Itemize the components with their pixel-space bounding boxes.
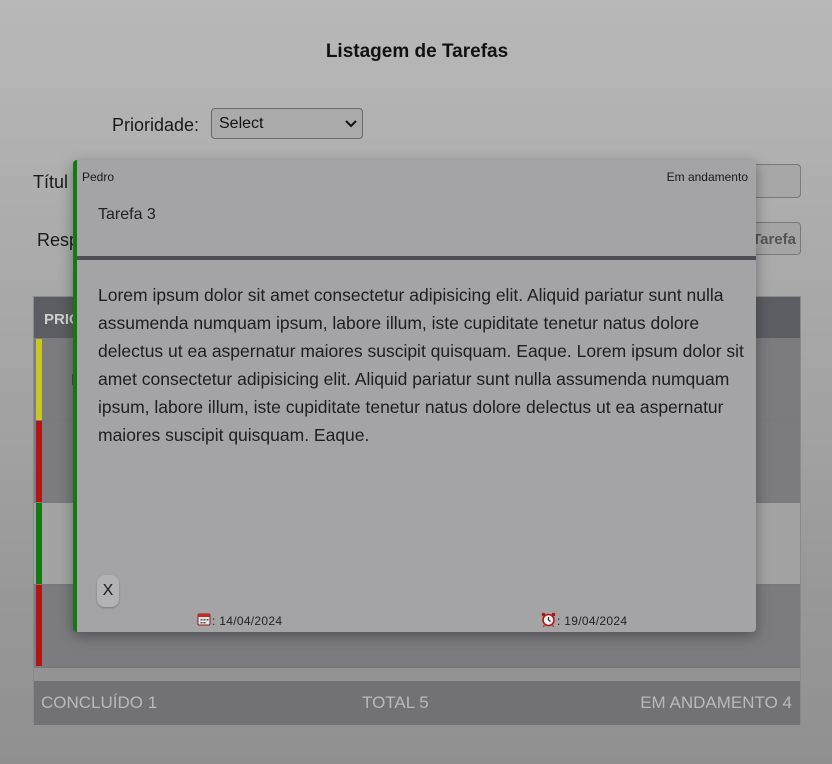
close-button[interactable]: X (97, 575, 119, 607)
task-owner: Pedro (82, 170, 115, 184)
created-date-value: : 14/04/2024 (212, 613, 283, 628)
total-count: TOTAL 5 (362, 693, 429, 712)
priority-label: Prioridade: (112, 115, 200, 135)
task-title: Tarefa 3 (98, 206, 156, 223)
priority-indicator (36, 339, 42, 420)
due-date-value: : 19/04/2024 (557, 614, 628, 628)
modal-divider (77, 256, 756, 260)
in-progress-count: EM ANDAMENTO 4 (640, 693, 792, 712)
task-description: Lorem ipsum dolor sit amet consectetur a… (98, 285, 744, 445)
due-date: : 19/04/2024 (541, 612, 627, 630)
priority-indicator (36, 503, 42, 584)
priority-indicator (36, 421, 42, 502)
task-detail-modal: Pedro Em andamento Tarefa 3 Lorem ipsum … (73, 160, 756, 632)
title-label: Títul (33, 172, 69, 192)
task-status: Em andamento (666, 170, 748, 184)
alarm-clock-icon (541, 612, 557, 630)
page-title: Listagem de Tarefas (325, 41, 509, 62)
calendar-icon (197, 612, 212, 629)
chevron-down-icon (340, 113, 362, 135)
created-date: : 14/04/2024 (197, 612, 282, 629)
priority-indicator (36, 585, 42, 666)
table-spacer (34, 668, 800, 681)
priority-select-value: Select (219, 114, 264, 132)
priority-select[interactable]: Select (211, 108, 363, 139)
summary-footer: CONCLUÍDO 1 TOTAL 5 EM ANDAMENTO 4 (34, 681, 800, 725)
add-task-button-label: Tarefa (752, 231, 796, 248)
done-count: CONCLUÍDO 1 (41, 693, 158, 712)
close-button-label: X (102, 582, 114, 599)
